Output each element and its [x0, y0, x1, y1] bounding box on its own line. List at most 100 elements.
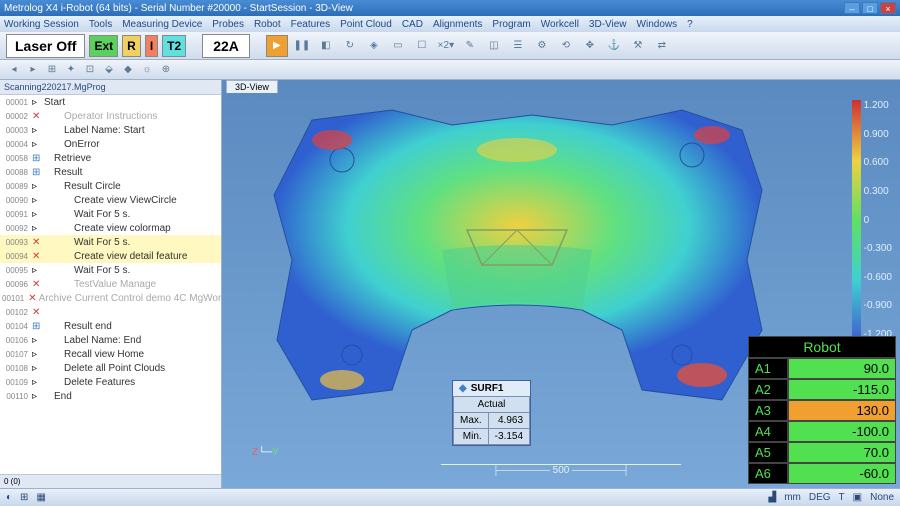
tree-row[interactable]: 00107▹Recall view Home	[0, 347, 221, 361]
menu-windows[interactable]: Windows	[637, 19, 678, 30]
menu-workcell[interactable]: Workcell	[541, 19, 579, 30]
menu-program[interactable]: Program	[492, 19, 530, 30]
tree-label: Result Circle	[64, 181, 121, 192]
colorbar-tick: -0.300	[864, 243, 892, 254]
menu-features[interactable]: Features	[291, 19, 330, 30]
menu-point-cloud[interactable]: Point Cloud	[340, 19, 392, 30]
tool-3[interactable]: ⊞	[44, 62, 60, 78]
status-t[interactable]: T	[839, 492, 845, 503]
status-cube-icon[interactable]: ▣	[853, 492, 862, 503]
clip-icon[interactable]: ◫	[484, 36, 504, 56]
gear-icon[interactable]: ⚙	[532, 36, 552, 56]
robot-axis-value: -115.0	[788, 379, 896, 400]
maximize-button[interactable]: □	[862, 2, 878, 14]
color-scale: 1.2000.9000.6000.3000-0.300-0.600-0.900-…	[852, 100, 892, 340]
anchor-icon[interactable]: ⚓	[604, 36, 624, 56]
diamond-icon: ◆	[459, 383, 467, 394]
status-none[interactable]: None	[870, 492, 894, 503]
unit-deg[interactable]: DEG	[809, 492, 831, 503]
tree-row[interactable]: 00094✕Create view detail feature	[0, 249, 221, 263]
tool-8[interactable]: ☼	[139, 62, 155, 78]
tree-label: Recall view Home	[64, 349, 144, 360]
tool-6[interactable]: ⬙	[101, 62, 117, 78]
menu-3d-view[interactable]: 3D-View	[589, 19, 627, 30]
link-icon[interactable]: ⇄	[652, 36, 672, 56]
robot-axis-row: A2-115.0	[748, 379, 896, 400]
laser-status[interactable]: Laser Off	[6, 34, 85, 58]
tree-row[interactable]: 00101✕Archive Current Control demo 4C Mg…	[0, 291, 221, 305]
menu-robot[interactable]: Robot	[254, 19, 281, 30]
secondary-toolbar: ◂ ▸ ⊞ ✦ ⊡ ⬙ ◆ ☼ ⊕	[0, 60, 900, 80]
status-icon-3[interactable]: ▦	[36, 492, 45, 503]
step-icon: ▹	[32, 363, 42, 373]
config-icon[interactable]: ⚒	[628, 36, 648, 56]
tree-row[interactable]: 00096✕TestValue Manage	[0, 277, 221, 291]
tree-row[interactable]: 00110▹End	[0, 389, 221, 403]
tree-label: Wait For 5 s.	[74, 265, 130, 276]
robot-axis-label: A5	[748, 442, 788, 463]
tree-row[interactable]: 00002✕Operator Instructions	[0, 109, 221, 123]
menu-working-session[interactable]: Working Session	[4, 19, 79, 30]
status-icon-4[interactable]: ▟	[768, 492, 776, 503]
menu-?[interactable]: ?	[687, 19, 693, 30]
program-tree[interactable]: 00001▹Start00002✕Operator Instructions00…	[0, 95, 221, 474]
tree-row[interactable]: 00003▹Label Name: Start	[0, 123, 221, 137]
measure-icon[interactable]: ☰	[508, 36, 528, 56]
close-button[interactable]: ×	[880, 2, 896, 14]
badge-ext[interactable]: Ext	[89, 35, 118, 57]
pause-button[interactable]: ❚❚	[292, 36, 312, 56]
tree-label: Delete Features	[64, 377, 135, 388]
expand-icon: ⊞	[32, 167, 42, 177]
brush-icon[interactable]: ✎	[460, 36, 480, 56]
tree-row[interactable]: 00001▹Start	[0, 95, 221, 109]
tree-row[interactable]: 00058⊞Retrieve	[0, 151, 221, 165]
tool-9[interactable]: ⊕	[158, 62, 174, 78]
menu-probes[interactable]: Probes	[212, 19, 244, 30]
tree-row[interactable]: 00092▹Create view colormap	[0, 221, 221, 235]
tree-row[interactable]: 00004▹OnError	[0, 137, 221, 151]
expand-icon: ⊞	[32, 153, 42, 163]
view-button[interactable]: ◧	[316, 36, 336, 56]
colorbar-tick: 0.900	[864, 129, 892, 140]
step-icon: ▹	[32, 139, 42, 149]
menu-alignments[interactable]: Alignments	[433, 19, 482, 30]
surface-info-box[interactable]: ◆SURF1 Actual Max.4.963 Min.-3.154	[452, 380, 531, 446]
pan-icon[interactable]: ✥	[580, 36, 600, 56]
badge-t2[interactable]: T2	[162, 35, 186, 57]
menu-cad[interactable]: CAD	[402, 19, 423, 30]
robot-axis-label: A1	[748, 358, 788, 379]
tree-row[interactable]: 00091▹Wait For 5 s.	[0, 207, 221, 221]
tree-row[interactable]: 00090▹Create view ViewCircle	[0, 193, 221, 207]
tool-4[interactable]: ✦	[63, 62, 79, 78]
tree-row[interactable]: 00102✕	[0, 305, 221, 319]
status-icon-2[interactable]: ⊞	[20, 492, 28, 503]
refresh-icon[interactable]: ↻	[340, 36, 360, 56]
tool-1[interactable]: ◂	[6, 62, 22, 78]
viewport-tab[interactable]: 3D-View	[226, 80, 278, 93]
page-icon[interactable]: ▭	[388, 36, 408, 56]
tree-row[interactable]: 00093✕Wait For 5 s.	[0, 235, 221, 249]
tree-row[interactable]: 00095▹Wait For 5 s.	[0, 263, 221, 277]
box-icon[interactable]: ☐	[412, 36, 432, 56]
tree-row[interactable]: 00106▹Label Name: End	[0, 333, 221, 347]
rotate-icon[interactable]: ⟲	[556, 36, 576, 56]
error-icon: ✕	[32, 307, 42, 317]
tree-row[interactable]: 00089▹Result Circle	[0, 179, 221, 193]
tree-row[interactable]: 00088⊞Result	[0, 165, 221, 179]
menu-tools[interactable]: Tools	[89, 19, 112, 30]
unit-mm[interactable]: mm	[784, 492, 801, 503]
tool-7[interactable]: ◆	[120, 62, 136, 78]
zoom-select[interactable]: ×2▾	[436, 36, 456, 56]
play-button[interactable]: ▶	[266, 35, 288, 57]
menu-measuring-device[interactable]: Measuring Device	[122, 19, 202, 30]
tool-5[interactable]: ⊡	[82, 62, 98, 78]
badge-i[interactable]: I	[145, 35, 158, 57]
cube-icon[interactable]: ◈	[364, 36, 384, 56]
status-icon-1[interactable]: ◐	[6, 492, 12, 503]
tree-row[interactable]: 00104⊞Result end	[0, 319, 221, 333]
tree-row[interactable]: 00108▹Delete all Point Clouds	[0, 361, 221, 375]
tool-2[interactable]: ▸	[25, 62, 41, 78]
minimize-button[interactable]: –	[844, 2, 860, 14]
badge-r[interactable]: R	[122, 35, 141, 57]
tree-row[interactable]: 00109▹Delete Features	[0, 375, 221, 389]
